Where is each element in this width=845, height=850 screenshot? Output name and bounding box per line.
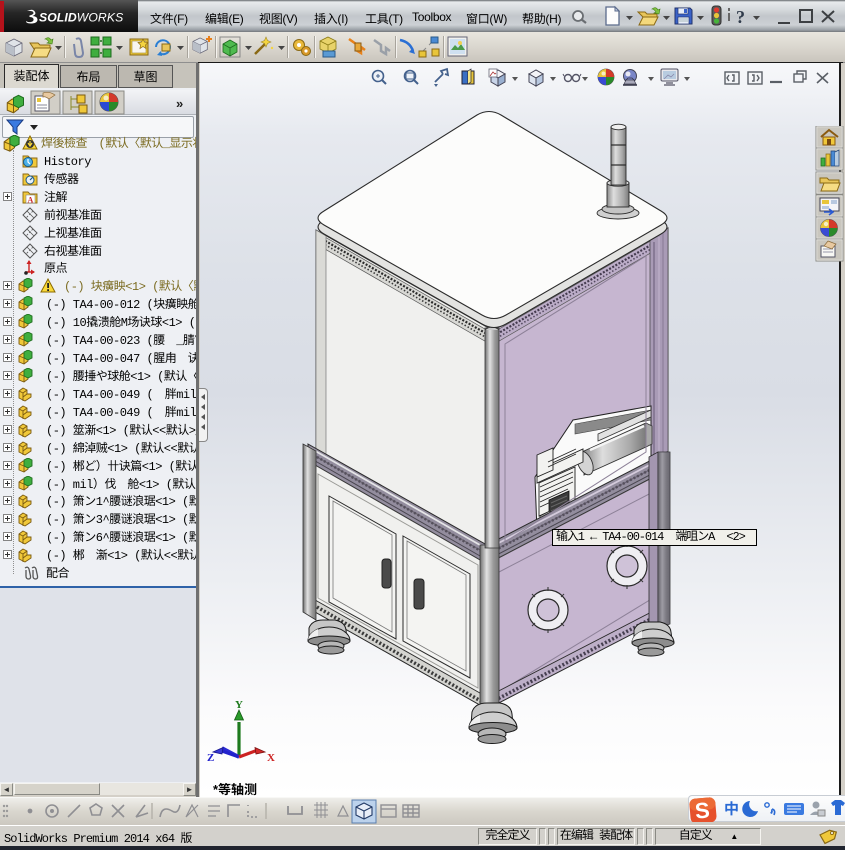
svg-text:中: 中 xyxy=(724,798,739,819)
svg-text:S: S xyxy=(694,797,711,822)
svg-text:X: X xyxy=(267,752,275,762)
svg-text:?: ? xyxy=(736,7,745,27)
svg-text:Z: Z xyxy=(207,752,214,762)
svg-text:»: » xyxy=(176,96,183,111)
svg-text:SOLIDWORKS: SOLIDWORKS xyxy=(39,11,123,25)
svg-text:Y: Y xyxy=(235,700,243,711)
